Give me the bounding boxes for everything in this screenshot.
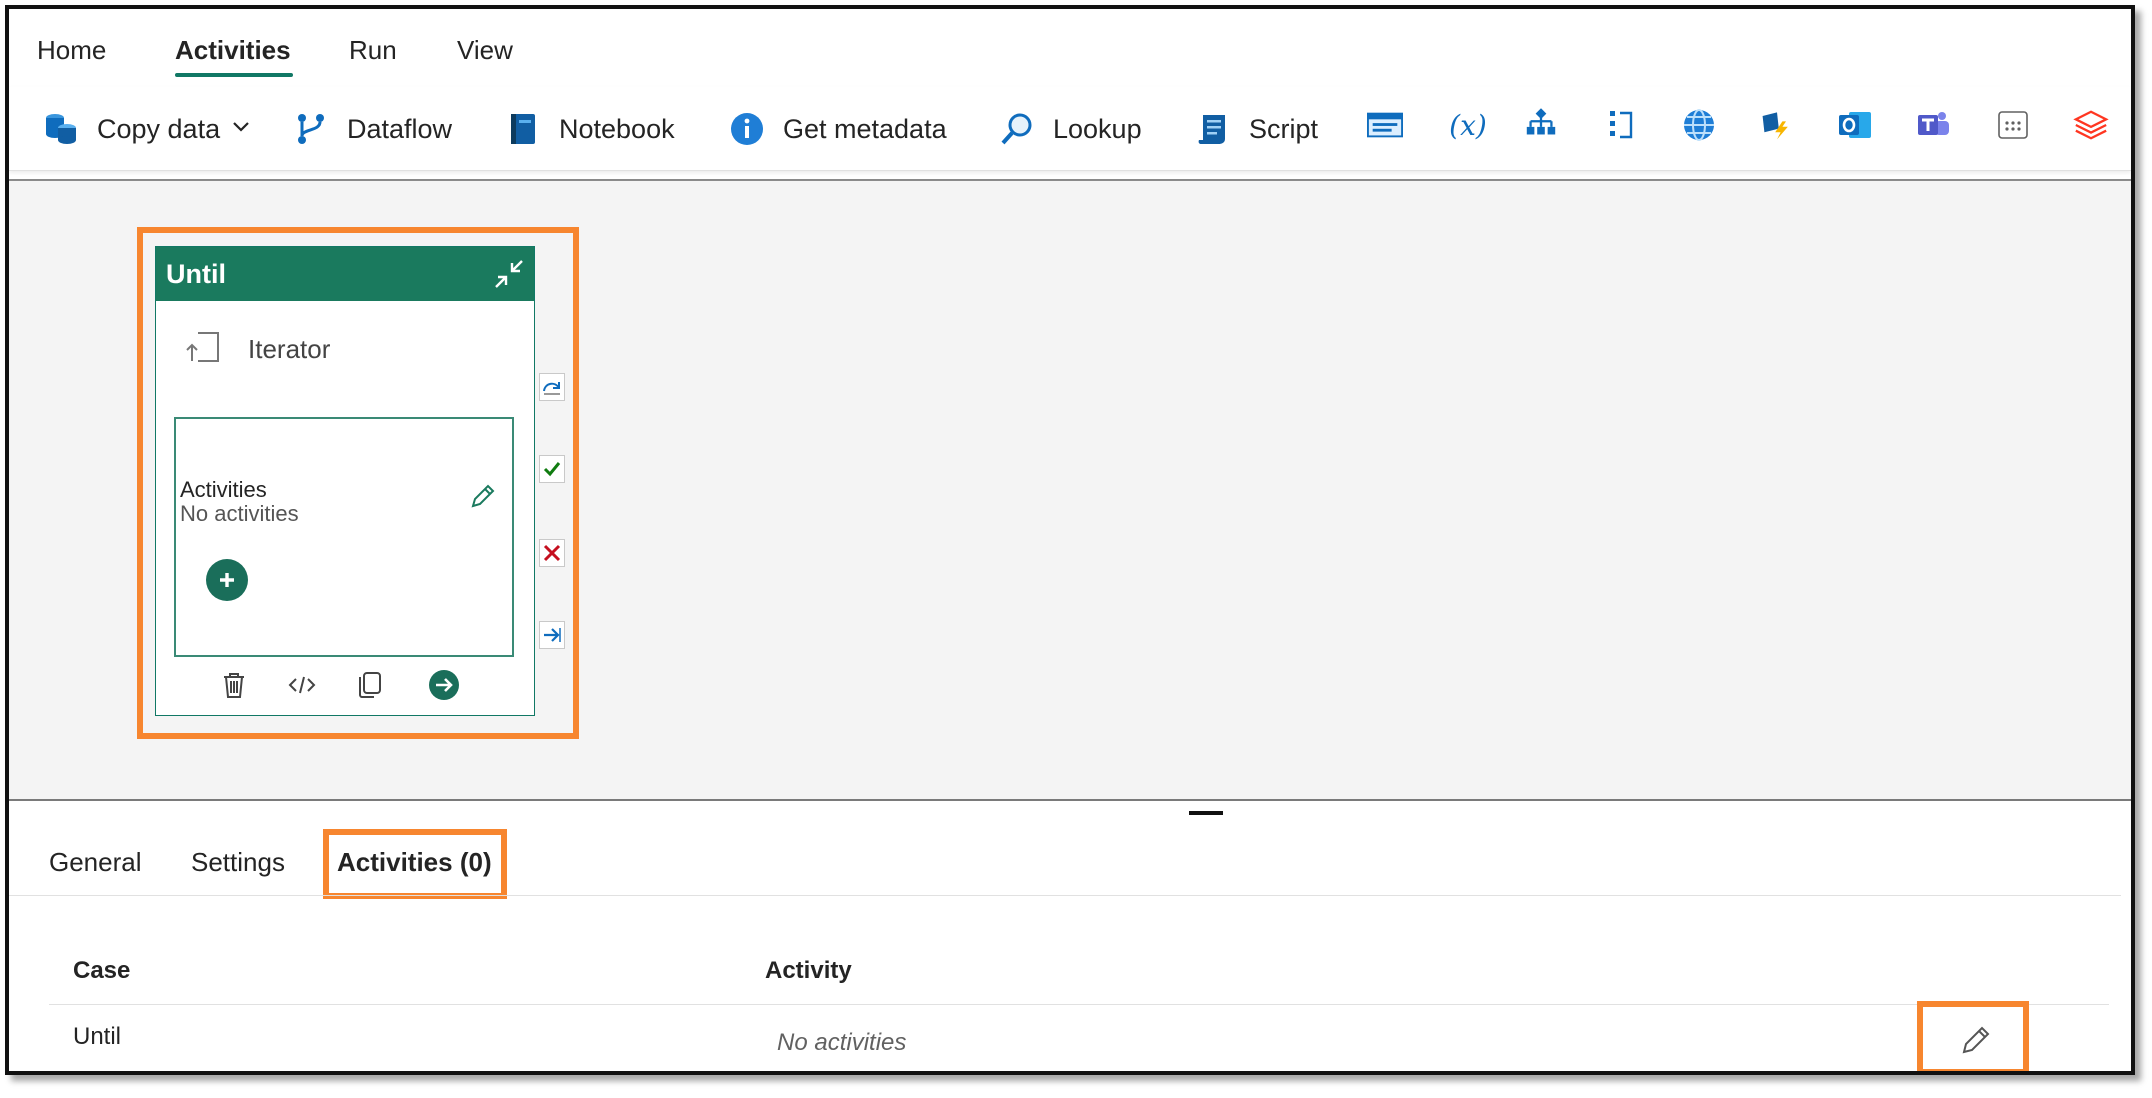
tab-general[interactable]: General	[49, 847, 142, 878]
canvas-divider	[9, 179, 2131, 181]
row-separator	[49, 1071, 2109, 1072]
code-icon[interactable]	[286, 669, 318, 701]
add-activity-button[interactable]	[206, 559, 248, 601]
inner-activities-status: No activities	[180, 501, 299, 526]
lookup-label: Lookup	[1053, 113, 1142, 144]
databricks-icon[interactable]	[2073, 107, 2109, 143]
get-metadata-button[interactable]: Get metadata	[729, 107, 947, 151]
completion-output-port[interactable]	[539, 621, 565, 649]
header-separator	[49, 1004, 2109, 1005]
tab-run[interactable]: Run	[349, 35, 397, 66]
get-metadata-label: Get metadata	[783, 113, 947, 144]
stored-procedure-icon[interactable]	[1367, 107, 1403, 143]
card-actions	[156, 659, 534, 715]
iterator-label: Iterator	[248, 333, 331, 364]
arrow-right-icon	[544, 628, 561, 642]
collapse-icon[interactable]	[492, 257, 526, 291]
inner-activities-box[interactable]: Activities No activities	[174, 417, 514, 657]
delete-icon[interactable]	[218, 669, 250, 701]
active-tab-underline	[175, 73, 293, 77]
azure-function-icon[interactable]	[1759, 107, 1795, 143]
outlook-icon[interactable]	[1837, 107, 1873, 143]
copy-data-button[interactable]: Copy data	[43, 107, 250, 151]
column-header-activity: Activity	[765, 957, 852, 984]
copy-icon[interactable]	[354, 669, 386, 701]
copy-data-label: Copy data	[97, 113, 221, 144]
variable-glyph: (x)	[1449, 108, 1487, 142]
until-activity-card[interactable]: Until Iterator Activities No activities	[155, 246, 535, 716]
skip-icon	[543, 382, 560, 395]
notebook-label: Notebook	[559, 113, 675, 144]
until-card-title: Until	[166, 258, 226, 289]
tab-activities[interactable]: Activities	[175, 35, 291, 66]
row-activity-value: No activities	[777, 1029, 907, 1056]
column-header-case: Case	[73, 957, 131, 984]
variable-icon[interactable]: (x)	[1445, 107, 1491, 143]
plus-icon	[220, 573, 234, 587]
close-icon	[543, 544, 561, 562]
until-icon[interactable]	[1603, 107, 1639, 143]
web-icon[interactable]	[1681, 107, 1717, 143]
failure-output-port[interactable]	[539, 539, 565, 567]
more-icon[interactable]	[1995, 107, 2031, 143]
chevron-down-icon[interactable]	[232, 120, 250, 138]
app-window: Home Activities Run View Copy data Dataf…	[5, 5, 2135, 1075]
script-label: Script	[1249, 113, 1319, 144]
lookup-icon	[999, 111, 1035, 147]
dataflow-button[interactable]: Dataflow	[293, 107, 452, 151]
switch-icon[interactable]	[1523, 107, 1559, 143]
check-icon	[543, 462, 561, 477]
iterator-row: Iterator	[156, 301, 534, 397]
notebook-button[interactable]: Notebook	[505, 107, 675, 151]
info-icon	[729, 111, 765, 147]
tab-view[interactable]: View	[457, 35, 513, 66]
dataflow-label: Dataflow	[347, 113, 453, 144]
pencil-icon[interactable]	[468, 481, 498, 511]
dataflow-icon	[293, 111, 329, 147]
notebook-icon	[505, 111, 541, 147]
tab-settings[interactable]: Settings	[191, 847, 285, 878]
script-button[interactable]: Script	[1195, 107, 1318, 151]
tab-home[interactable]: Home	[37, 35, 106, 66]
inner-activities-title: Activities	[180, 477, 267, 502]
until-card-header: Until	[156, 247, 534, 301]
run-arrow-icon[interactable]	[428, 669, 460, 701]
activities-tab-highlight	[323, 829, 507, 899]
edit-activities-button[interactable]	[1959, 1023, 1993, 1057]
copy-data-icon	[43, 111, 79, 147]
row-case-value: Until	[73, 1023, 122, 1050]
properties-panel: General Settings Activities (0) Case Act…	[9, 815, 2131, 1072]
pencil-icon	[1962, 1026, 1990, 1054]
iterator-icon	[184, 327, 224, 372]
script-icon	[1195, 111, 1231, 147]
success-output-port[interactable]	[539, 455, 565, 483]
top-nav: Home Activities Run View	[9, 9, 2131, 87]
skip-output-port[interactable]	[539, 373, 565, 401]
panel-splitter	[9, 799, 2131, 801]
teams-icon[interactable]	[1915, 107, 1951, 143]
activities-toolbar: Copy data Dataflow Notebook Get metadata…	[9, 87, 2131, 171]
lookup-button[interactable]: Lookup	[999, 107, 1142, 151]
tab-separator	[9, 895, 2121, 896]
